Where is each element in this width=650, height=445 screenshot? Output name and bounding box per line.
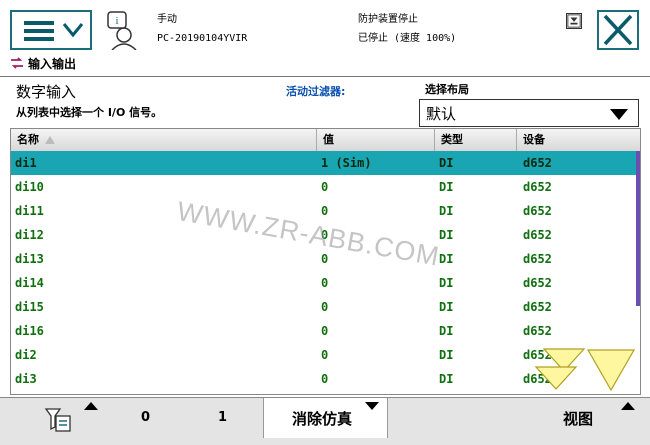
- cell-name: di16: [15, 324, 44, 338]
- status-line-2: 已停止 (速度 100%): [358, 33, 457, 44]
- cell-type: DI: [439, 300, 454, 314]
- cell-name: di14: [15, 276, 44, 290]
- cell-value: 0: [321, 204, 329, 218]
- cell-name: di15: [15, 300, 44, 314]
- operation-mode-text: 手动: [157, 14, 177, 25]
- table-row[interactable]: di16 0 DI d652: [11, 319, 640, 343]
- main-menu-button[interactable]: [10, 10, 92, 50]
- table-row[interactable]: di1 1 (Sim) DI d652: [11, 151, 640, 175]
- cell-type: DI: [439, 324, 454, 338]
- dropdown-arrow-icon: [610, 109, 628, 120]
- cell-type: DI: [439, 228, 454, 242]
- content-header: 数字输入 从列表中选择一个 I/O 信号。 活动过滤器: 选择布局 默认: [0, 76, 650, 129]
- set-value-0-button[interactable]: 0: [141, 410, 150, 425]
- layout-select-value: 默认: [426, 105, 457, 123]
- cell-device: d652: [523, 276, 552, 290]
- cell-value: 0: [321, 300, 329, 314]
- column-header-name[interactable]: 名称: [11, 129, 317, 151]
- page-subtitle: 从列表中选择一个 I/O 信号。: [16, 106, 163, 119]
- window-title: 输入输出: [10, 52, 76, 74]
- cell-type: DI: [439, 180, 454, 194]
- layout-select[interactable]: 默认: [419, 99, 639, 127]
- cell-value: 1 (Sim): [321, 156, 372, 170]
- operation-mode: 手动 PC-20190104YVIR: [157, 10, 247, 48]
- scroll-up-icon[interactable]: [530, 345, 586, 395]
- cell-type: DI: [439, 252, 454, 266]
- cell-name: di1: [15, 156, 37, 170]
- page-title: 数字输入: [16, 83, 77, 101]
- cell-name: di12: [15, 228, 44, 242]
- table-row[interactable]: di13 0 DI d652: [11, 247, 640, 271]
- cell-device: d652: [523, 252, 552, 266]
- layout-label: 选择布局: [425, 83, 469, 96]
- table-row[interactable]: di10 0 DI d652: [11, 175, 640, 199]
- cell-value: 0: [321, 324, 329, 338]
- bottom-toolbar: 0 1 消除仿真 视图: [0, 397, 650, 445]
- table-header: 名称 值 类型 设备: [11, 129, 640, 152]
- cell-type: DI: [439, 276, 454, 290]
- column-header-device[interactable]: 设备: [517, 129, 640, 151]
- info-person-icon[interactable]: i: [104, 10, 144, 50]
- cell-type: DI: [439, 372, 454, 386]
- cell-type: DI: [439, 348, 454, 362]
- set-value-1-button[interactable]: 1: [218, 410, 227, 425]
- cell-name: di10: [15, 180, 44, 194]
- cell-device: d652: [523, 228, 552, 242]
- cell-value: 0: [321, 276, 329, 290]
- set-value-menu-arrow-icon: [84, 402, 98, 410]
- table-row[interactable]: di15 0 DI d652: [11, 295, 640, 319]
- cell-value: 0: [321, 252, 329, 266]
- table-row[interactable]: di14 0 DI d652: [11, 271, 640, 295]
- close-button[interactable]: [597, 10, 639, 50]
- window-title-text: 输入输出: [28, 56, 77, 71]
- vertical-scrollbar[interactable]: [636, 151, 640, 306]
- clear-simulation-label: 消除仿真: [292, 410, 353, 428]
- scroll-down-icon[interactable]: [586, 348, 636, 392]
- sort-up-icon: [45, 136, 55, 144]
- io-icon: [11, 57, 23, 69]
- cell-value: 0: [321, 372, 329, 386]
- controller-status: 防护装置停止 已停止 (速度 100%): [358, 10, 456, 48]
- controller-name: PC-20190104YVIR: [157, 33, 248, 44]
- cell-name: di3: [15, 372, 37, 386]
- status-line-1: 防护装置停止: [358, 14, 418, 25]
- cell-name: di13: [15, 252, 44, 266]
- column-header-value[interactable]: 值: [317, 129, 435, 151]
- cell-value: 0: [321, 180, 329, 194]
- cell-device: d652: [523, 324, 552, 338]
- column-header-name-text: 名称: [17, 133, 39, 146]
- cell-value: 0: [321, 348, 329, 362]
- svg-text:i: i: [115, 15, 118, 27]
- column-header-type[interactable]: 类型: [435, 129, 517, 151]
- cell-type: DI: [439, 204, 454, 218]
- chevron-down-icon: [62, 23, 84, 38]
- minimize-icon[interactable]: [566, 13, 582, 29]
- simulation-menu-arrow-icon: [365, 402, 379, 410]
- cell-name: di11: [15, 204, 44, 218]
- top-bar: i 手动 PC-20190104YVIR 防护装置停止 已停止 (速度 100%…: [0, 0, 650, 52]
- cell-device: d652: [523, 204, 552, 218]
- cell-value: 0: [321, 228, 329, 242]
- cell-device: d652: [523, 300, 552, 314]
- hamburger-icon: [24, 21, 54, 41]
- active-filter-label[interactable]: 活动过滤器:: [286, 83, 345, 99]
- cell-name: di2: [15, 348, 37, 362]
- cell-device: d652: [523, 156, 552, 170]
- cell-type: DI: [439, 156, 454, 170]
- table-row[interactable]: di12 0 DI d652: [11, 223, 640, 247]
- view-menu-button[interactable]: 视图: [563, 408, 593, 429]
- view-menu-arrow-icon: [621, 402, 635, 410]
- filter-document-icon[interactable]: [44, 407, 72, 433]
- close-icon: [603, 14, 633, 46]
- table-row[interactable]: di11 0 DI d652: [11, 199, 640, 223]
- cell-device: d652: [523, 180, 552, 194]
- clear-simulation-button[interactable]: 消除仿真: [263, 398, 388, 438]
